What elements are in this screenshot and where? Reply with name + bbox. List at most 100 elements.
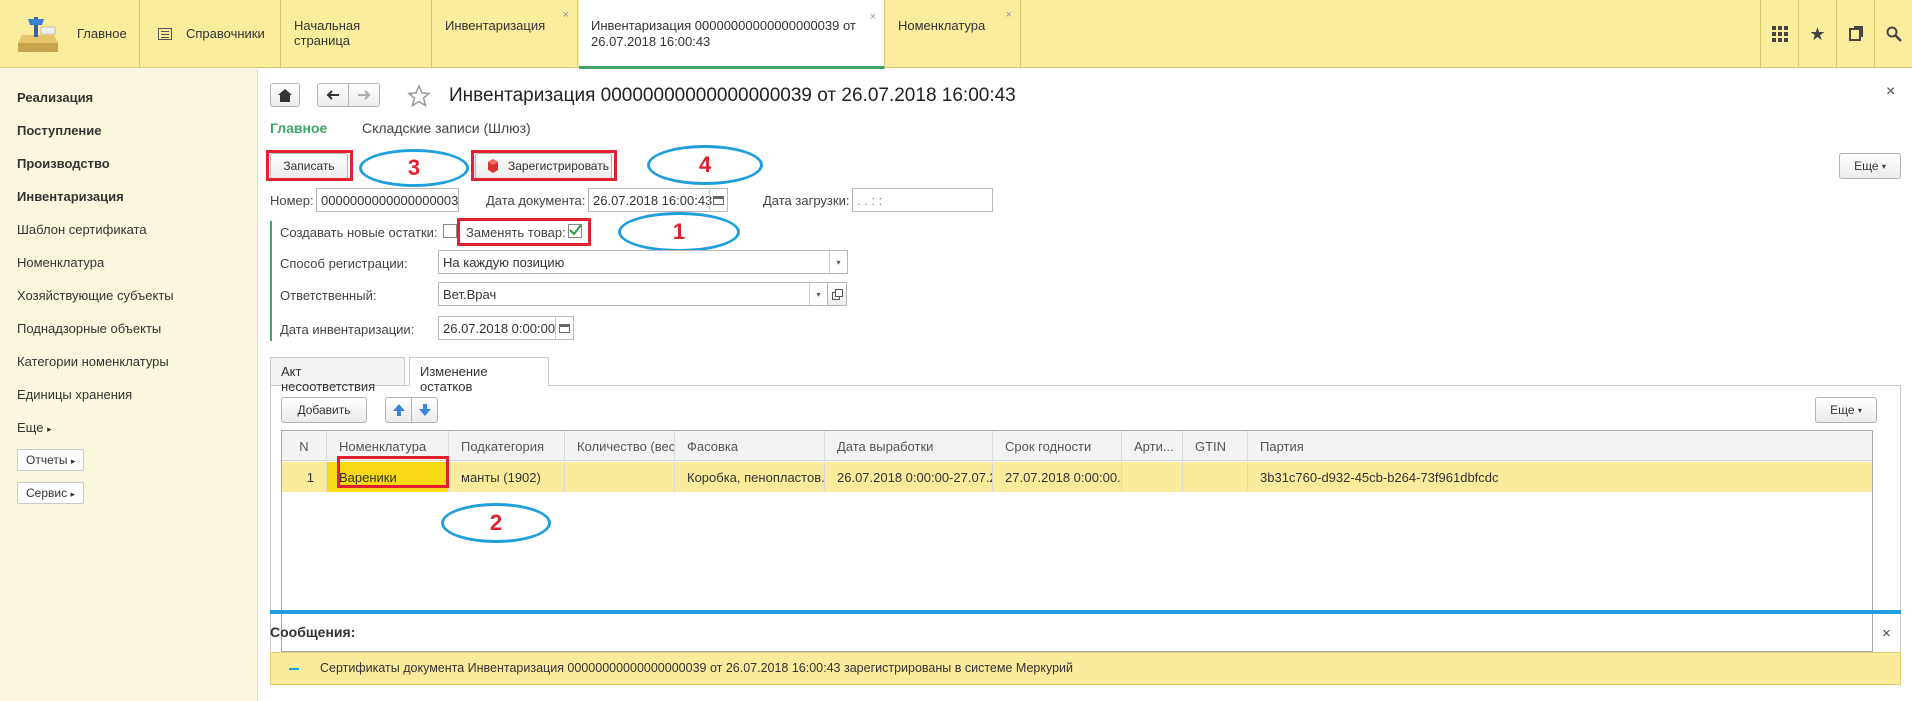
home-section[interactable]: Главное	[0, 0, 140, 68]
cell-production-date[interactable]: 26.07.2018 0:00:00-27.07.2...	[825, 462, 993, 492]
tab-start-page[interactable]: Начальная страница	[282, 0, 432, 68]
sidebar-item-nomenclature-categories[interactable]: Категории номенклатуры	[17, 354, 169, 369]
dash-icon	[289, 668, 299, 670]
sidebar-item-business-entities[interactable]: Хозяйствующие субъекты	[17, 288, 174, 303]
inventory-date-field[interactable]: 26.07.2018 0:00:00	[438, 316, 574, 340]
open-icon	[831, 288, 843, 300]
highlight-box-replace-goods	[457, 218, 591, 246]
table-row[interactable]: 1 Вареники манты (1902) Коробка, пенопла…	[282, 462, 1872, 492]
cell-quantity[interactable]	[565, 462, 675, 492]
back-button[interactable]	[317, 83, 349, 107]
registration-method-value: На каждую позицию	[443, 255, 565, 270]
tab-label: Начальная страница	[294, 18, 361, 48]
more-label: Еще	[17, 420, 44, 435]
column-header-batch[interactable]: Партия	[1248, 431, 1872, 461]
message-item[interactable]: Сертификаты документа Инвентаризация 000…	[270, 652, 1901, 685]
cell-gtin[interactable]	[1183, 462, 1248, 492]
tab-inventory-list[interactable]: Инвентаризация ×	[433, 0, 578, 68]
sidebar-item-receipts[interactable]: Поступление	[17, 123, 102, 138]
close-icon[interactable]: ×	[1006, 9, 1012, 21]
group-indicator	[270, 221, 272, 341]
tab-balance-changes[interactable]: Изменение остатков	[409, 357, 549, 394]
sidebar-item-more[interactable]: Еще ▸	[17, 420, 52, 435]
tab-discrepancy-act[interactable]: Акт несоответствия	[270, 357, 405, 394]
search-icon[interactable]	[1874, 0, 1912, 68]
column-header-production-date[interactable]: Дата выработки	[825, 431, 993, 461]
sidebar-item-production[interactable]: Производство	[17, 156, 110, 171]
forward-button[interactable]	[348, 83, 380, 107]
registration-method-select[interactable]: На каждую позицию ▾	[438, 250, 848, 274]
sidebar-item-nomenclature[interactable]: Номенклатура	[17, 255, 104, 270]
favorite-star-icon[interactable]	[407, 84, 431, 108]
sidebar-item-storage-units[interactable]: Единицы хранения	[17, 387, 132, 402]
more-button[interactable]: Еще ▾	[1839, 153, 1901, 179]
star-icon[interactable]: ★	[1798, 0, 1836, 68]
annotation-3: 3	[359, 149, 469, 187]
column-header-expiry[interactable]: Срок годности	[993, 431, 1122, 461]
move-down-button[interactable]	[411, 397, 438, 423]
catalogs-label: Справочники	[186, 26, 265, 41]
tab-label: Инвентаризация 00000000000000000039 от 2…	[591, 18, 856, 49]
tab-inventory-document[interactable]: Инвентаризация 00000000000000000039 от 2…	[579, 0, 885, 69]
close-icon[interactable]: ×	[1882, 625, 1891, 642]
create-new-balances-checkbox[interactable]	[443, 224, 457, 238]
load-date-field[interactable]: . . : :	[852, 188, 993, 212]
grid-icon[interactable]	[1760, 0, 1798, 68]
column-header-quantity[interactable]: Количество (вес)	[565, 431, 675, 461]
reports-button[interactable]: Отчеты ▸	[17, 449, 85, 471]
responsible-label: Ответственный:	[280, 288, 377, 303]
inventory-date-value: 26.07.2018 0:00:00	[443, 321, 556, 336]
history-icon[interactable]	[1836, 0, 1874, 68]
home-label: Главное	[77, 26, 127, 41]
table-header: N Номенклатура Подкатегория Количество (…	[282, 431, 1872, 461]
column-header-packaging[interactable]: Фасовка	[675, 431, 825, 461]
sidebar-item-supervised-objects[interactable]: Поднадзорные объекты	[17, 321, 161, 336]
column-header-article[interactable]: Арти...	[1122, 431, 1183, 461]
table-more-button[interactable]: Еще ▾	[1815, 397, 1877, 423]
open-responsible-button[interactable]	[827, 282, 847, 306]
nav-main-link[interactable]: Главное	[270, 120, 327, 136]
calendar-icon[interactable]	[555, 317, 573, 339]
close-icon[interactable]: ×	[1886, 83, 1895, 101]
add-button[interactable]: Добавить	[281, 397, 367, 423]
move-up-button[interactable]	[385, 397, 412, 423]
chevron-down-icon[interactable]: ▾	[809, 283, 827, 305]
column-header-n[interactable]: N	[282, 431, 327, 461]
cell-article[interactable]	[1122, 462, 1183, 492]
close-icon[interactable]: ×	[870, 9, 876, 25]
column-header-subcategory[interactable]: Подкатегория	[449, 431, 565, 461]
responsible-value: Вет.Врач	[443, 287, 497, 302]
document-form: Инвентаризация 00000000000000000039 от 2…	[259, 69, 1912, 701]
inventory-date-label: Дата инвентаризации:	[280, 322, 415, 337]
chevron-down-icon: ▾	[1857, 405, 1862, 415]
chevron-down-icon[interactable]: ▾	[829, 251, 847, 273]
list-icon	[158, 28, 172, 40]
home-icon	[278, 88, 292, 102]
cell-batch[interactable]: 3b31c760-d932-45cb-b264-73f961dbfcdc	[1248, 462, 1872, 492]
sidebar-item-sales[interactable]: Реализация	[17, 90, 93, 105]
cell-expiry[interactable]: 27.07.2018 0:00:00...	[993, 462, 1122, 492]
responsible-select[interactable]: Вет.Врач ▾	[438, 282, 828, 306]
tab-label: Инвентаризация	[445, 18, 546, 33]
home-button[interactable]	[270, 83, 300, 107]
number-field[interactable]: 00000000000000000039	[316, 188, 459, 212]
doc-date-label: Дата документа:	[486, 193, 586, 208]
service-button[interactable]: Сервис ▸	[17, 482, 84, 504]
doc-date-value: 26.07.2018 16:00:43	[593, 193, 713, 208]
catalogs-section[interactable]: Справочники	[141, 0, 281, 68]
column-header-gtin[interactable]: GTIN	[1183, 431, 1248, 461]
tab-nomenclature[interactable]: Номенклатура ×	[886, 0, 1021, 68]
calendar-icon[interactable]	[709, 189, 727, 211]
cell-n: 1	[282, 462, 327, 492]
close-icon[interactable]: ×	[563, 9, 569, 21]
cell-subcategory[interactable]: манты (1902)	[449, 462, 565, 492]
sidebar-item-certificate-template[interactable]: Шаблон сертификата	[17, 222, 147, 237]
doc-date-field[interactable]: 26.07.2018 16:00:43	[588, 188, 728, 212]
arrow-up-icon	[392, 404, 405, 416]
reports-label: Отчеты	[26, 453, 68, 467]
load-date-label: Дата загрузки:	[763, 193, 850, 208]
page-title: Инвентаризация 00000000000000000039 от 2…	[449, 85, 1016, 106]
cell-packaging[interactable]: Коробка, пенопластов...	[675, 462, 825, 492]
sidebar-item-inventory[interactable]: Инвентаризация	[17, 189, 124, 204]
nav-warehouse-records-link[interactable]: Складские записи (Шлюз)	[362, 120, 531, 136]
